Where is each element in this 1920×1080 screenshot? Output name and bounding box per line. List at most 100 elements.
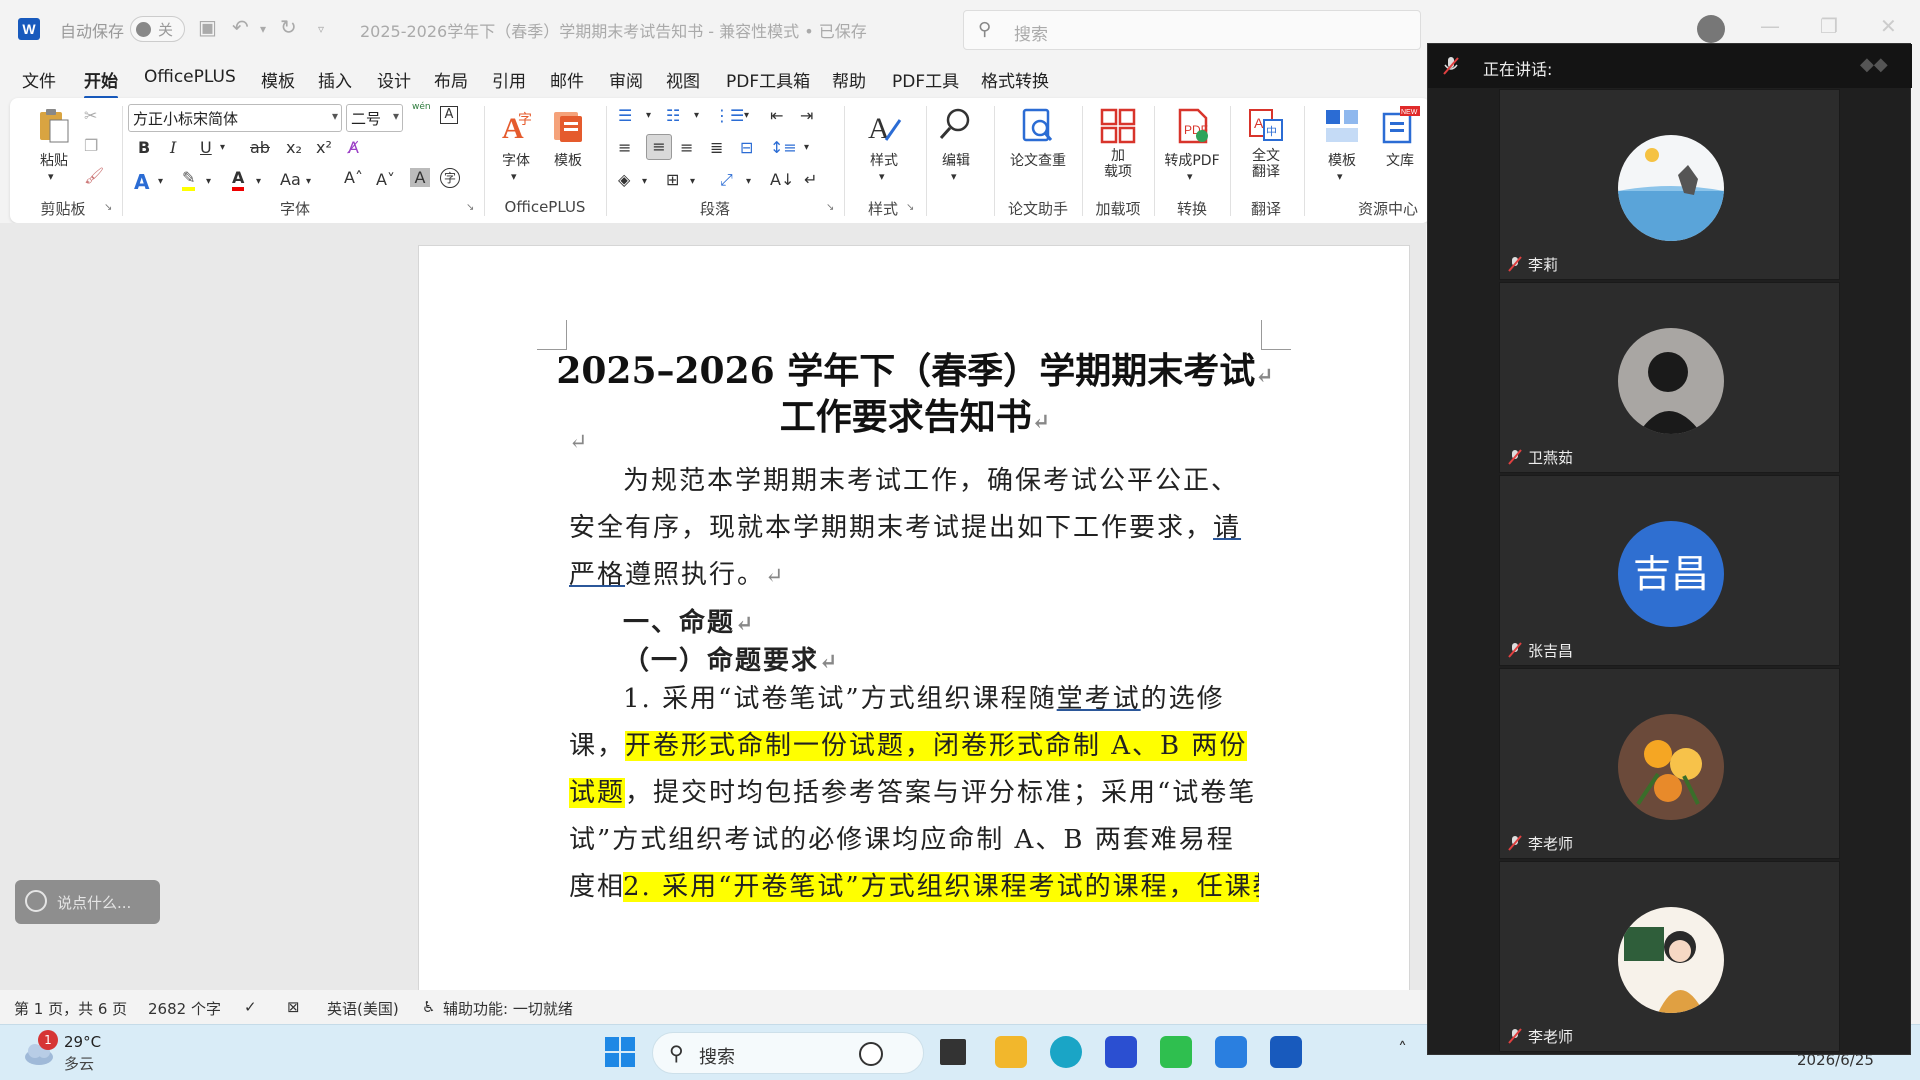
tab-view[interactable]: 视图	[666, 67, 700, 92]
windows-start-icon[interactable]	[605, 1037, 635, 1067]
participant-tile[interactable]: 卫燕茹	[1499, 282, 1840, 473]
tab-layout[interactable]: 布局	[434, 67, 468, 92]
italic-icon[interactable]: I	[170, 138, 176, 157]
library-label[interactable]: 文库	[1372, 150, 1428, 170]
paper-check-label[interactable]: 论文查重	[998, 150, 1078, 170]
template-center-dropdown-icon[interactable]: ▾	[1337, 170, 1343, 183]
accessibility-icon[interactable]: ♿	[422, 998, 435, 1016]
numbering-dropdown-icon[interactable]: ▾	[694, 110, 699, 121]
superscript-icon[interactable]: x²	[316, 138, 332, 157]
font-launcher-icon[interactable]: ↘	[466, 202, 474, 213]
show-marks-icon[interactable]: ↵	[804, 170, 817, 189]
weather-condition[interactable]: 多云	[64, 1053, 94, 1074]
word-app-icon[interactable]: W	[18, 18, 40, 40]
clipboard-launcher-icon[interactable]: ↘	[104, 202, 112, 213]
template-btn-icon[interactable]	[548, 106, 588, 146]
translate-label[interactable]: 全文 翻译	[1238, 148, 1294, 180]
highlight-icon[interactable]: ✎	[182, 168, 196, 191]
multilevel-list-icon[interactable]: ⋮☰	[714, 106, 744, 125]
line-spacing-dropdown-icon[interactable]: ▾	[804, 142, 809, 153]
font-size-select[interactable]: 二号 ▾	[346, 104, 403, 132]
font-color-dropdown-icon[interactable]: ▾	[256, 176, 261, 187]
meeting-app-icon[interactable]	[1215, 1036, 1247, 1068]
page-count[interactable]: 第 1 页，共 6 页	[14, 998, 127, 1019]
font-btn-label[interactable]: 字体	[488, 150, 544, 170]
save-icon[interactable]: ▣	[198, 15, 217, 39]
align-left-icon[interactable]: ≡	[618, 138, 631, 157]
redo-icon[interactable]: ↻	[280, 15, 297, 39]
font-btn-dropdown-icon[interactable]: ▾	[511, 170, 517, 183]
word-taskbar-icon[interactable]	[1270, 1036, 1302, 1068]
task-view-icon[interactable]	[940, 1039, 966, 1065]
sort-icon[interactable]: A↓	[770, 170, 794, 189]
styles-icon[interactable]: A	[864, 106, 904, 146]
tab-insert[interactable]: 插入	[318, 67, 352, 92]
copy-icon[interactable]: ❐	[84, 136, 98, 155]
text-effects-icon[interactable]: A	[134, 170, 149, 194]
translate-icon[interactable]: A中	[1246, 106, 1286, 146]
addins-label[interactable]: 加 载项	[1090, 148, 1146, 180]
tab-templates[interactable]: 模板	[261, 67, 295, 92]
template-btn-label[interactable]: 模板	[540, 150, 596, 170]
borders-icon[interactable]: ⊞	[666, 170, 679, 189]
participant-tile[interactable]: 李莉	[1499, 89, 1840, 280]
template-center-icon[interactable]	[1322, 106, 1362, 146]
panel-grip-icon[interactable]: ◆◆	[1860, 54, 1904, 76]
align-center-icon[interactable]: ≡	[646, 134, 672, 160]
proofing-icon[interactable]: ✓	[244, 998, 257, 1016]
line-spacing-icon[interactable]: ↕≡	[770, 138, 797, 157]
taskbar-search[interactable]: ⚲ 搜索	[652, 1032, 924, 1074]
shading-icon[interactable]: ◈	[618, 170, 630, 189]
emoji-icon[interactable]	[25, 890, 47, 912]
tab-mailings[interactable]: 邮件	[550, 67, 584, 92]
tab-design[interactable]: 设计	[377, 67, 411, 92]
justify-icon[interactable]: ≣	[710, 138, 723, 157]
bullets-dropdown-icon[interactable]: ▾	[646, 110, 651, 121]
accessibility-status[interactable]: 辅助功能: 一切就绪	[443, 998, 573, 1019]
minimize-icon[interactable]: —	[1760, 14, 1780, 38]
char-shading-icon[interactable]: A	[410, 168, 430, 187]
library-icon[interactable]: NEW	[1380, 106, 1420, 146]
tab-format-convert[interactable]: 格式转换	[981, 67, 1049, 92]
phonetic-guide-icon[interactable]: wén	[412, 102, 431, 112]
to-pdf-label[interactable]: 转成PDF	[1156, 150, 1228, 170]
strikethrough-icon[interactable]: ab	[250, 138, 270, 157]
document-title[interactable]: 2025-2026学年下（春季）学期期末考试告知书 - 兼容性模式 • 已保存	[360, 18, 867, 42]
participant-tile[interactable]: 李老师	[1499, 668, 1840, 859]
search-input[interactable]: ⚲ 搜索	[963, 10, 1421, 50]
underline-dropdown-icon[interactable]: ▾	[220, 142, 225, 153]
styles-label[interactable]: 样式	[856, 150, 912, 170]
font-name-select[interactable]: 方正小标宋简体 ▾	[128, 104, 342, 132]
to-pdf-icon[interactable]: PDF	[1172, 106, 1212, 146]
paper-check-icon[interactable]	[1018, 106, 1058, 146]
highlight-dropdown-icon[interactable]: ▾	[206, 176, 211, 187]
document-page[interactable]: 2025–2026 学年下（春季）学期期末考试↵ 工作要求告知书↵ ↵ 为规范本…	[418, 245, 1410, 990]
word-count[interactable]: 2682 个字	[148, 998, 221, 1019]
tab-review[interactable]: 审阅	[609, 67, 643, 92]
autosave-toggle[interactable]: 关	[130, 16, 185, 42]
styles-launcher-icon[interactable]: ↘	[906, 202, 914, 213]
multilevel-dropdown-icon[interactable]: ▾	[744, 110, 749, 121]
enclose-char-icon[interactable]: 字	[440, 168, 460, 188]
tray-expand-icon[interactable]: ˄	[1398, 1039, 1407, 1060]
edit-label[interactable]: 编辑	[928, 150, 984, 170]
distributed-icon[interactable]: ⊟	[740, 138, 753, 157]
paste-dropdown-icon[interactable]: ▾	[48, 170, 54, 183]
temperature[interactable]: 29°C	[64, 1033, 101, 1051]
align-right-icon[interactable]: ≡	[680, 138, 693, 157]
paste-icon[interactable]	[34, 106, 74, 146]
iqiyi-icon[interactable]	[1160, 1036, 1192, 1068]
edge-browser-icon[interactable]	[1050, 1036, 1082, 1068]
paragraph-launcher-icon[interactable]: ↘	[826, 202, 834, 213]
subscript-icon[interactable]: x₂	[286, 138, 302, 157]
template-center-label[interactable]: 模板	[1314, 150, 1370, 170]
change-case-dropdown-icon[interactable]: ▾	[306, 176, 311, 187]
borders-dropdown-icon[interactable]: ▾	[690, 176, 695, 187]
grow-font-icon[interactable]: A˄	[344, 168, 363, 187]
participant-tile[interactable]: 吉昌 张吉昌	[1499, 475, 1840, 666]
language-status[interactable]: 英语(美国)	[327, 998, 399, 1019]
styles-dropdown-icon[interactable]: ▾	[879, 170, 885, 183]
edit-search-icon[interactable]	[936, 104, 976, 144]
tab-references[interactable]: 引用	[492, 67, 526, 92]
numbering-icon[interactable]: ☷	[666, 106, 680, 125]
